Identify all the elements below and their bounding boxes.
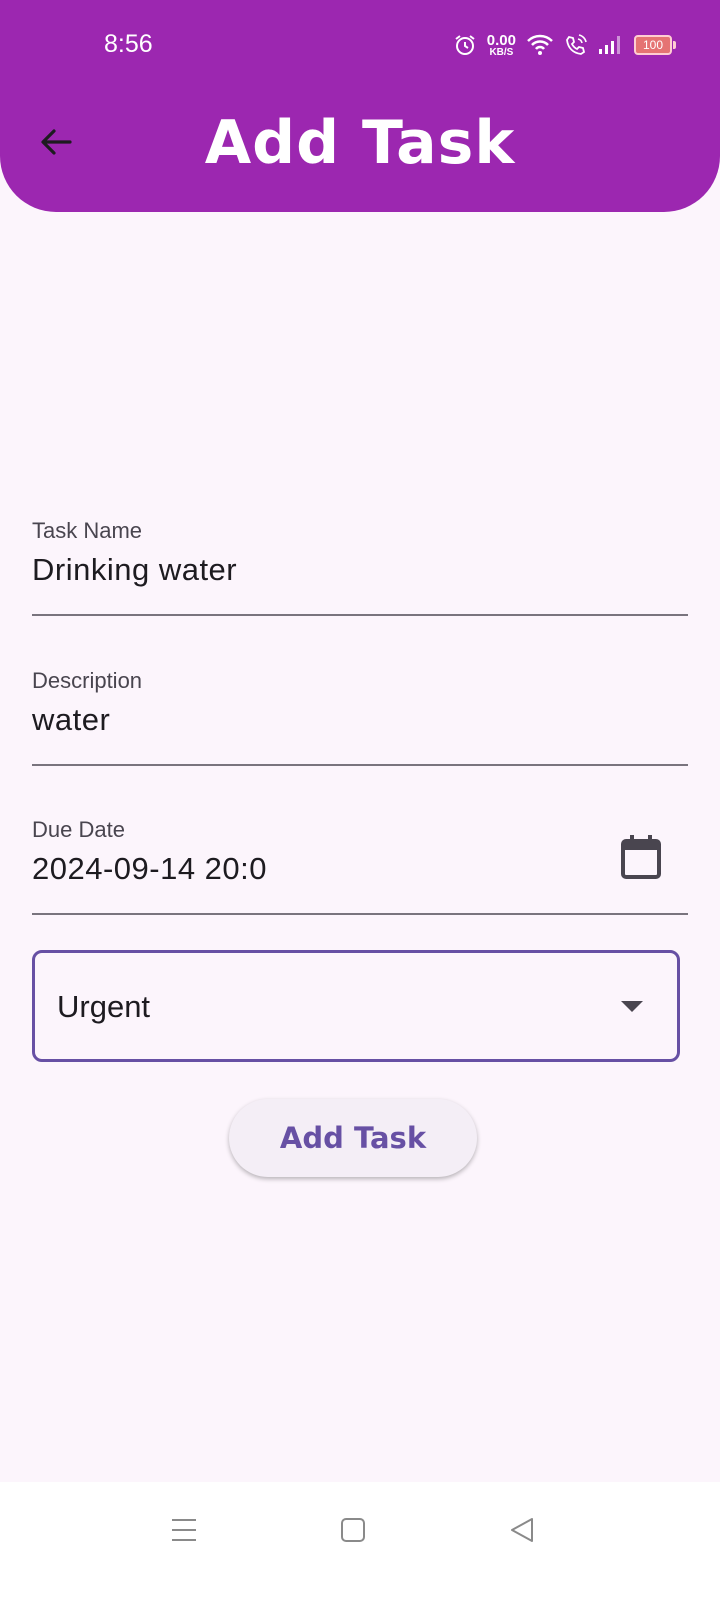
description-field[interactable]: Description water xyxy=(32,668,688,766)
task-name-input[interactable]: Drinking water xyxy=(32,552,688,588)
calendar-icon[interactable] xyxy=(620,835,662,879)
alarm-icon xyxy=(453,33,477,57)
battery-icon: 100 xyxy=(634,35,676,55)
dropdown-arrow-icon xyxy=(621,1001,643,1012)
home-square-icon[interactable] xyxy=(333,1510,373,1550)
status-time: 8:56 xyxy=(104,30,153,58)
network-speed-unit: KB/S xyxy=(489,46,514,58)
back-triangle-icon[interactable] xyxy=(502,1510,542,1550)
task-name-label: Task Name xyxy=(32,518,143,543)
due-date-input[interactable]: 2024-09-14 20:0 xyxy=(32,851,688,887)
priority-dropdown[interactable]: Urgent xyxy=(32,950,680,1062)
description-input[interactable]: water xyxy=(32,702,688,738)
due-date-label: Due Date xyxy=(32,817,125,842)
description-label: Description xyxy=(32,668,143,693)
task-name-field[interactable]: Task Name Drinking water xyxy=(32,518,688,616)
network-speed-value: 0.00 xyxy=(486,31,516,49)
status-icons: 0.00 KB/S 100 xyxy=(453,30,676,60)
signal-icon xyxy=(598,34,624,56)
menu-icon[interactable] xyxy=(164,1510,204,1550)
wifi-icon xyxy=(526,33,554,57)
add-task-button[interactable]: Add Task xyxy=(229,1099,477,1177)
priority-selected: Urgent xyxy=(57,989,151,1024)
status-bar: 8:56 0.00 KB/S 100 xyxy=(0,0,720,90)
network-speed: 0.00 KB/S xyxy=(487,33,516,58)
due-date-field[interactable]: Due Date 2024-09-14 20:0 xyxy=(32,817,688,915)
call-wifi-icon xyxy=(564,33,588,57)
navigation-bar xyxy=(0,1482,720,1600)
app-bar: 8:56 0.00 KB/S 100 Add Task xyxy=(0,0,720,212)
page-title: Add Task xyxy=(204,108,516,178)
